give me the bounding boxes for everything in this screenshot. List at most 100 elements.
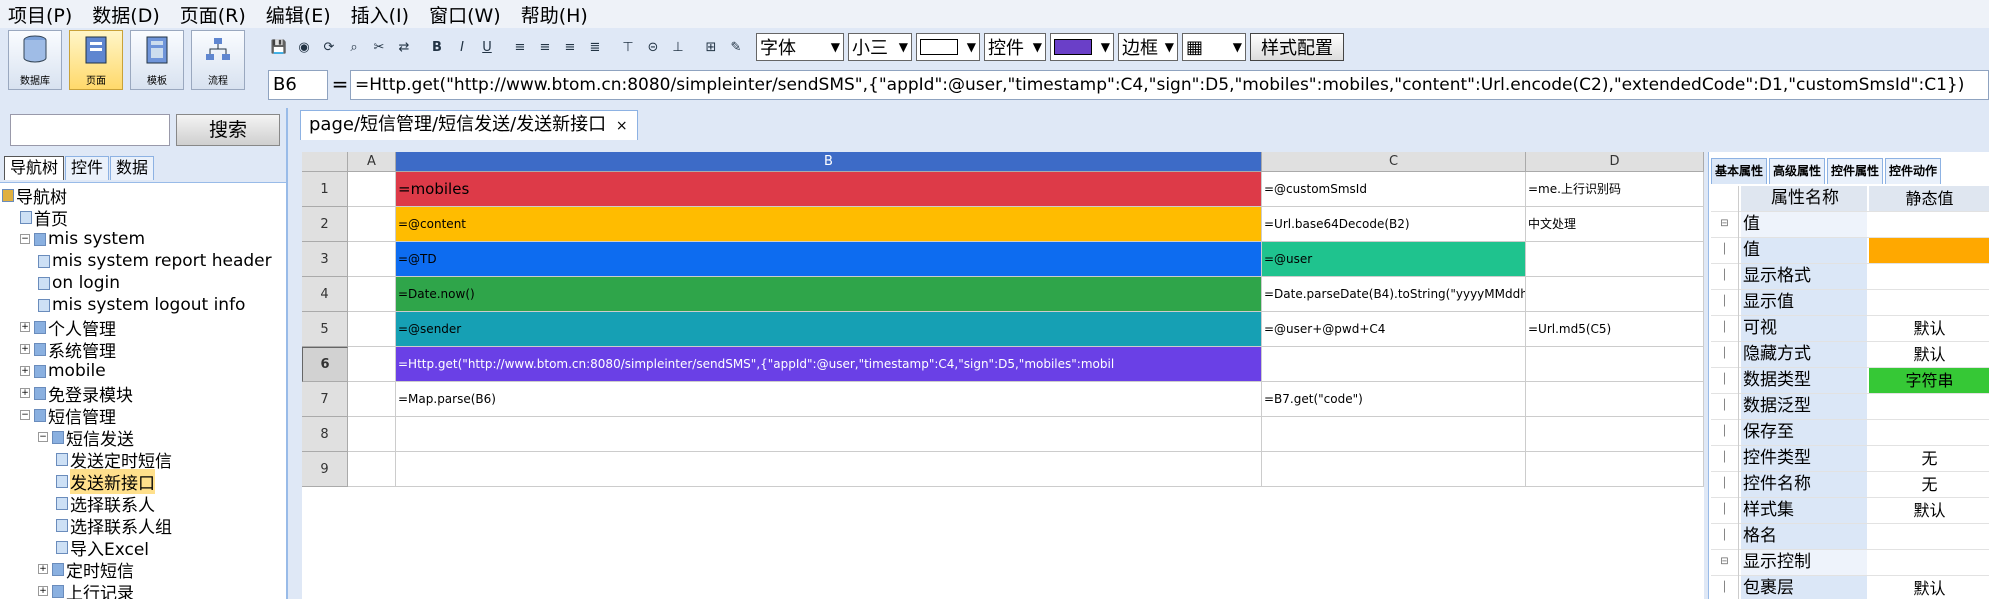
property-row[interactable]: │ 显示值 (1711, 290, 1989, 316)
property-row[interactable]: │ 隐藏方式 默认 (1711, 342, 1989, 368)
expand-toggle-icon[interactable]: − (38, 432, 48, 442)
cell-A6[interactable] (348, 347, 396, 382)
tree-item[interactable]: 首页 (20, 206, 68, 230)
cell-B3[interactable]: =@TD (396, 242, 1262, 277)
cell-C2[interactable]: =Url.base64Decode(B2) (1262, 207, 1526, 242)
property-row[interactable]: ⊟ 值 (1711, 212, 1989, 238)
cell-C6[interactable] (1262, 347, 1526, 382)
expand-toggle-icon[interactable]: + (20, 344, 30, 354)
property-row[interactable]: │ 值 (1711, 238, 1989, 264)
menu-item-5[interactable]: 窗口(W) (429, 1, 501, 28)
preview-icon[interactable]: ◉ (293, 36, 315, 58)
property-value[interactable] (1869, 550, 1989, 575)
collapse-toggle-icon[interactable]: ⊟ (1711, 550, 1739, 576)
tree-item[interactable]: − 短信管理 (20, 404, 116, 428)
cell-D3[interactable] (1526, 242, 1704, 277)
property-row[interactable]: │ 显示格式 (1711, 264, 1989, 290)
tree-item[interactable]: + 定时短信 (38, 558, 134, 582)
tree-item[interactable]: 导航树 (2, 184, 67, 208)
property-value[interactable] (1869, 212, 1989, 237)
row-header[interactable]: 8 (302, 417, 348, 452)
column-header-B[interactable]: B (396, 152, 1262, 172)
cell-C7[interactable]: =B7.get("code") (1262, 382, 1526, 417)
cell-D1[interactable]: =me.上行识别码 (1526, 172, 1704, 207)
expand-toggle-icon[interactable]: + (20, 366, 30, 376)
tree-item[interactable]: + 系统管理 (20, 338, 116, 362)
tree-item[interactable]: mis system report header (38, 250, 272, 272)
property-value[interactable] (1869, 420, 1989, 445)
column-header-C[interactable]: C (1262, 152, 1526, 172)
cell-C4[interactable]: =Date.parseDate(B4).toString("yyyyMMddhh (1262, 277, 1526, 312)
replace-icon[interactable]: ⇄ (393, 36, 415, 58)
left-tab-0[interactable]: 导航树 (4, 156, 65, 180)
row-header[interactable]: 3 (302, 242, 348, 277)
tree-item[interactable]: 发送定时短信 (56, 448, 172, 472)
refresh-icon[interactable]: ⟳ (318, 36, 340, 58)
cell-B7[interactable]: =Map.parse(B6) (396, 382, 1262, 417)
menu-item-3[interactable]: 编辑(E) (266, 1, 331, 28)
column-header-D[interactable]: D (1526, 152, 1704, 172)
font-size-select[interactable]: 小三 ▼ (848, 33, 912, 61)
cell-B1[interactable]: =mobiles (396, 172, 1262, 207)
property-value[interactable] (1869, 264, 1989, 289)
merge-icon[interactable]: ⊞ (700, 36, 722, 58)
cell-reference-box[interactable]: B6 (268, 70, 328, 100)
cell-B8[interactable] (396, 417, 1262, 452)
property-tab-2[interactable]: 控件属性 (1827, 158, 1884, 184)
property-row[interactable]: │ 格名 (1711, 524, 1989, 550)
cell-D6[interactable] (1526, 347, 1704, 382)
property-value[interactable] (1869, 394, 1989, 419)
property-row[interactable]: │ 控件名称无 (1711, 472, 1989, 498)
row-header[interactable]: 6 (302, 347, 348, 382)
left-tab-1[interactable]: 控件 (65, 156, 110, 180)
tree-item[interactable]: − 短信发送 (38, 426, 134, 450)
cell-D9[interactable] (1526, 452, 1704, 487)
tree-item[interactable]: 发送新接口 (56, 468, 155, 494)
find-icon[interactable]: ⌕ (343, 36, 365, 58)
cell-D8[interactable] (1526, 417, 1704, 452)
property-value[interactable]: 默认 (1869, 316, 1989, 341)
tree-item[interactable]: + 上行记录 (38, 580, 134, 599)
column-header-A[interactable]: A (348, 152, 396, 172)
row-header[interactable]: 1 (302, 172, 348, 207)
expand-toggle-icon[interactable]: + (38, 564, 48, 574)
valign-middle-icon[interactable]: ⊝ (642, 36, 664, 58)
cell-A1[interactable] (348, 172, 396, 207)
expand-toggle-icon[interactable]: + (20, 322, 30, 332)
cell-D5[interactable]: =Url.md5(C5) (1526, 312, 1704, 347)
justify-icon[interactable]: ≣ (584, 36, 606, 58)
expand-toggle-icon[interactable]: + (38, 586, 48, 596)
property-value[interactable]: 无 (1869, 446, 1989, 471)
property-value[interactable] (1869, 290, 1989, 315)
cell-B6[interactable]: =Http.get("http://www.btom.cn:8080/simpl… (396, 347, 1262, 382)
row-header[interactable]: 5 (302, 312, 348, 347)
row-header[interactable]: 2 (302, 207, 348, 242)
search-input[interactable] (10, 114, 170, 146)
property-tab-0[interactable]: 基本属性 (1711, 158, 1768, 184)
control-select[interactable]: 控件 ▼ (984, 33, 1046, 61)
align-right-icon[interactable]: ≡ (559, 36, 581, 58)
cell-A7[interactable] (348, 382, 396, 417)
module-button-database[interactable]: 数据库 (8, 30, 62, 90)
cell-D4[interactable] (1526, 277, 1704, 312)
grid-select[interactable]: ▦ ▼ (1182, 33, 1246, 61)
cell-C5[interactable]: =@user+@pwd+C4 (1262, 312, 1526, 347)
cell-D2[interactable]: 中文处理 (1526, 207, 1704, 242)
cell-B2[interactable]: =@content (396, 207, 1262, 242)
property-row[interactable]: │ 控件类型无 (1711, 446, 1989, 472)
formula-input[interactable]: =Http.get("http://www.btom.cn:8080/simpl… (350, 70, 1989, 100)
tree-item[interactable]: − mis system (20, 228, 145, 250)
tree-item[interactable]: + 个人管理 (20, 316, 116, 340)
tree-item[interactable]: mis system logout info (38, 294, 245, 316)
module-button-template[interactable]: 模板 (130, 30, 184, 90)
save-icon[interactable]: 💾 (268, 36, 290, 58)
row-header[interactable]: 7 (302, 382, 348, 417)
menu-item-0[interactable]: 项目(P) (8, 1, 72, 28)
border-select[interactable]: 边框 ▼ (1118, 33, 1178, 61)
expand-toggle-icon[interactable]: + (20, 388, 30, 398)
property-row[interactable]: │ 可视 默认 (1711, 316, 1989, 342)
close-icon[interactable]: × (616, 118, 628, 134)
property-row[interactable]: │ 包裹层 默认 (1711, 576, 1989, 599)
cell-A5[interactable] (348, 312, 396, 347)
property-value[interactable] (1869, 524, 1989, 549)
